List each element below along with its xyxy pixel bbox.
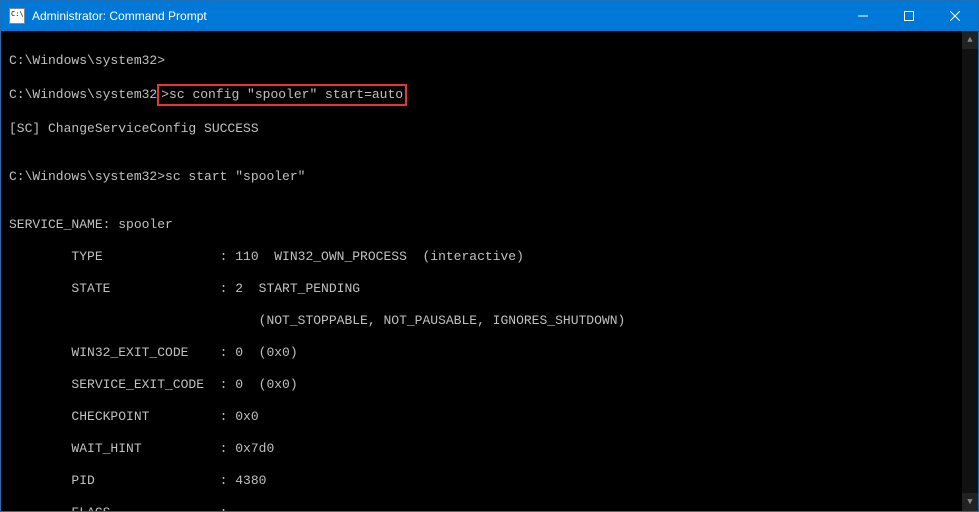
titlebar[interactable]: Administrator: Command Prompt bbox=[1, 1, 978, 31]
command-prompt-window: Administrator: Command Prompt C:\Windows… bbox=[0, 0, 979, 512]
window-title: Administrator: Command Prompt bbox=[32, 9, 207, 23]
output-line: STATE : 2 START_PENDING bbox=[9, 281, 976, 297]
vertical-scrollbar[interactable]: ▲ ▼ bbox=[962, 31, 978, 511]
maximize-button[interactable] bbox=[886, 1, 932, 31]
output-line: C:\Windows\system32> bbox=[9, 53, 976, 69]
output-line: TYPE : 110 WIN32_OWN_PROCESS (interactiv… bbox=[9, 249, 976, 265]
highlighted-command: >sc config "spooler" start=auto bbox=[157, 84, 407, 106]
output-line: [SC] ChangeServiceConfig SUCCESS bbox=[9, 121, 976, 137]
output-line: SERVICE_NAME: spooler bbox=[9, 217, 976, 233]
minimize-button[interactable] bbox=[840, 1, 886, 31]
output-line: CHECKPOINT : 0x0 bbox=[9, 409, 976, 425]
output-line: WIN32_EXIT_CODE : 0 (0x0) bbox=[9, 345, 976, 361]
output-line: FLAGS : bbox=[9, 505, 976, 511]
scroll-up-arrow-icon[interactable]: ▲ bbox=[962, 31, 978, 49]
terminal-area[interactable]: C:\Windows\system32> C:\Windows\system32… bbox=[1, 31, 978, 511]
output-line: C:\Windows\system32>sc start "spooler" bbox=[9, 169, 976, 185]
scroll-down-arrow-icon[interactable]: ▼ bbox=[962, 493, 978, 511]
output-line: C:\Windows\system32>sc config "spooler" … bbox=[9, 85, 976, 105]
close-button[interactable] bbox=[932, 1, 978, 31]
output-line: PID : 4380 bbox=[9, 473, 976, 489]
output-line: WAIT_HINT : 0x7d0 bbox=[9, 441, 976, 457]
app-icon bbox=[9, 8, 25, 24]
output-line: SERVICE_EXIT_CODE : 0 (0x0) bbox=[9, 377, 976, 393]
output-line: (NOT_STOPPABLE, NOT_PAUSABLE, IGNORES_SH… bbox=[9, 313, 976, 329]
